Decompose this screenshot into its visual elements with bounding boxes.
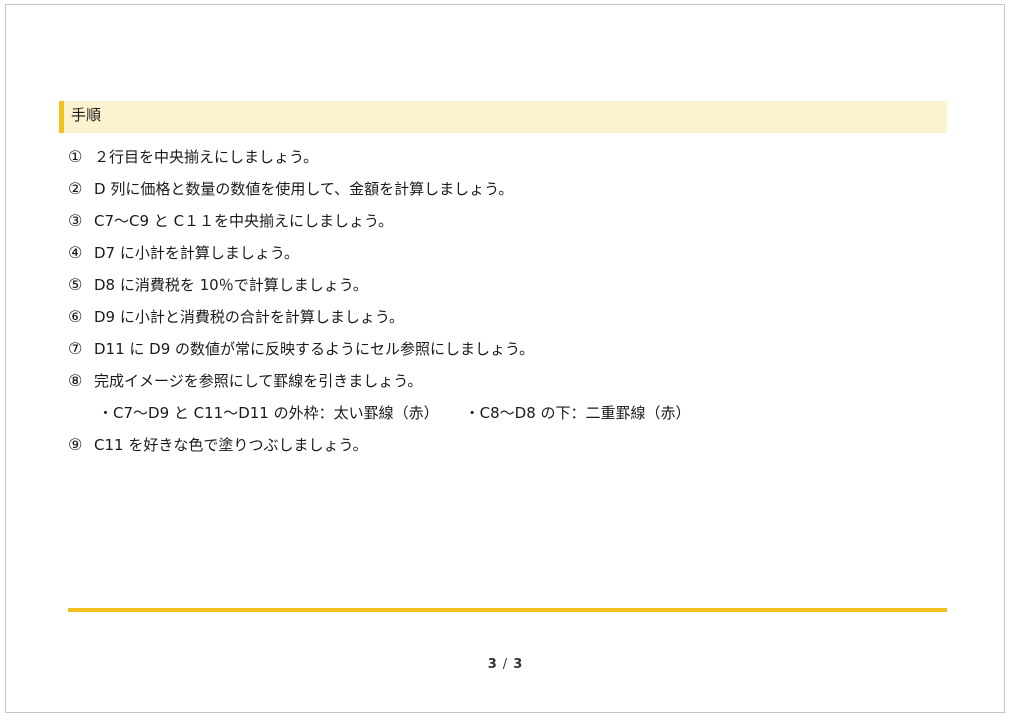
section-title: 手順 [71, 106, 102, 124]
step-text: C11 を好きな色で塗りつぶしましょう。 [94, 435, 368, 454]
step-text: ２行目を中央揃えにしましょう。 [94, 147, 319, 166]
step-number: ③ [68, 210, 83, 230]
step-text: D11 に D9 の数値が常に反映するようにセル参照にしましょう。 [94, 339, 535, 358]
step-4: ④ D7 に小計を計算しましょう。 [68, 236, 948, 268]
current-page: 3 [487, 657, 497, 672]
sub-item-outer-border: ・C7～D9 と C11～D11 の外枠：太い罫線（赤） [98, 403, 439, 422]
step-number: ⑨ [68, 434, 83, 454]
step-9: ⑨ C11 を好きな色で塗りつぶしましょう。 [68, 428, 948, 460]
footer-divider [68, 608, 947, 612]
step-3: ③ C7～C9 と C１１を中央揃えにしましょう。 [68, 204, 948, 236]
step-7: ⑦ D11 に D9 の数値が常に反映するようにセル参照にしましょう。 [68, 332, 948, 364]
step-8-sub-items: ・C7～D9 と C11～D11 の外枠：太い罫線（赤） ・C8～D8 の下：二… [68, 396, 948, 428]
step-number: ① [68, 146, 83, 166]
step-text: D9 に小計と消費税の合計を計算しましょう。 [94, 307, 404, 326]
step-8: ⑧ 完成イメージを参照にして罫線を引きましょう。 [68, 364, 948, 396]
step-number: ⑤ [68, 274, 83, 294]
step-number: ⑧ [68, 370, 83, 390]
step-number: ⑥ [68, 306, 83, 326]
step-text: D7 に小計を計算しましょう。 [94, 243, 299, 262]
page-number: 3 / 3 [6, 657, 1004, 672]
page-separator: / [502, 657, 508, 672]
sub-item-double-border: ・C8～D8 の下：二重罫線（赤） [464, 403, 691, 422]
step-5: ⑤ D8 に消費税を 10％で計算しましょう。 [68, 268, 948, 300]
step-2: ② D 列に価格と数量の数値を使用して、金額を計算しましょう。 [68, 172, 948, 204]
step-6: ⑥ D9 に小計と消費税の合計を計算しましょう。 [68, 300, 948, 332]
step-1: ① ２行目を中央揃えにしましょう。 [68, 140, 948, 172]
step-text: 完成イメージを参照にして罫線を引きましょう。 [94, 371, 423, 390]
document-page: 手順 ① ２行目を中央揃えにしましょう。 ② D 列に価格と数量の数値を使用して… [5, 4, 1005, 713]
step-text: D8 に消費税を 10％で計算しましょう。 [94, 275, 368, 294]
step-text: D 列に価格と数量の数値を使用して、金額を計算しましょう。 [94, 179, 514, 198]
step-text: C7～C9 と C１１を中央揃えにしましょう。 [94, 211, 394, 230]
section-header: 手順 [59, 101, 947, 133]
step-number: ④ [68, 242, 83, 262]
step-number: ⑦ [68, 338, 83, 358]
total-pages: 3 [513, 657, 523, 672]
step-number: ② [68, 178, 83, 198]
steps-list: ① ２行目を中央揃えにしましょう。 ② D 列に価格と数量の数値を使用して、金額… [68, 140, 948, 460]
